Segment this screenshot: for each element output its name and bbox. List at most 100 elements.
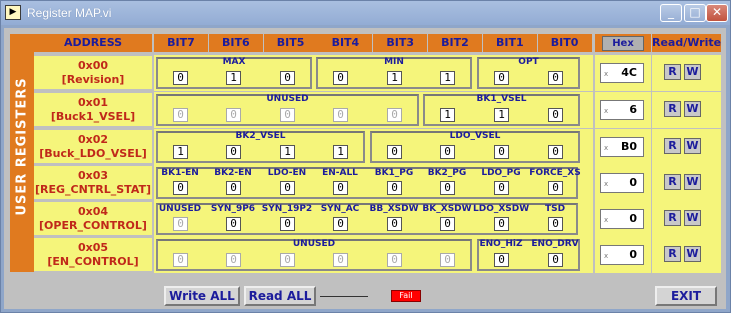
bit-5-value[interactable]: 0 — [280, 71, 295, 85]
bit-2-value[interactable]: 0 — [440, 217, 455, 231]
bit-group-label: MIN — [384, 57, 404, 67]
footer-bar — [4, 280, 726, 309]
title-bar: ▶ Register MAP.vi _ □ ✕ — [1, 1, 730, 25]
bit-4-value[interactable]: 1 — [333, 145, 348, 159]
register-address-4: 0x04 [OPER_CONTROL] — [34, 202, 152, 235]
bit-1-value[interactable]: 0 — [494, 217, 509, 231]
bit-group-label: LDO_VSEL — [449, 131, 501, 141]
bit-1-value[interactable]: 1 — [494, 108, 509, 122]
register-address-hex: 0x03 — [77, 169, 109, 182]
bit-3-value: 0 — [387, 108, 402, 122]
hex-value-field[interactable]: x 4C — [600, 63, 644, 83]
bit-2-value[interactable]: 1 — [440, 108, 455, 122]
register-address-2: 0x02 [Buck_LDO_VSEL] — [34, 130, 152, 163]
register-name: [Buck_LDO_VSEL] — [39, 147, 147, 160]
bit-0-value[interactable]: 0 — [548, 253, 563, 267]
bit-2-value[interactable]: 1 — [440, 71, 455, 85]
bit-label: BK2-EN — [214, 168, 252, 178]
read-register-button[interactable]: R — [664, 174, 681, 190]
bit-group-label: UNUSED — [266, 94, 309, 104]
bit-4-value[interactable]: 0 — [333, 181, 348, 195]
read-all-button[interactable]: Read ALL — [244, 286, 316, 306]
bit-label: ENO_HiZ — [479, 239, 523, 249]
read-register-button[interactable]: R — [664, 101, 681, 117]
bit-label: SYN_AC — [320, 204, 360, 214]
bit-1-value[interactable]: 0 — [494, 181, 509, 195]
hex-prefix: x — [604, 144, 609, 152]
bit-6-value: 0 — [226, 253, 241, 267]
bit-7-value[interactable]: 0 — [173, 71, 188, 85]
header-bit0: BIT0 — [537, 34, 592, 52]
hex-value-field[interactable]: x6 — [600, 100, 644, 120]
hex-value: 0 — [629, 176, 637, 189]
bit-group-label: UNUSED — [292, 239, 336, 249]
hex-prefix: x — [604, 252, 609, 260]
exit-button[interactable]: EXIT — [655, 286, 717, 306]
bit-5-value[interactable]: 1 — [280, 145, 295, 159]
bit-6-value[interactable]: 1 — [226, 71, 241, 85]
bit-4-value[interactable]: 0 — [333, 217, 348, 231]
bit-0-value[interactable]: 0 — [548, 145, 563, 159]
bit-0-value[interactable]: 0 — [548, 217, 563, 231]
write-register-button[interactable]: W — [684, 174, 701, 190]
register-name: [Revision] — [61, 73, 125, 86]
bit-7-value[interactable]: 1 — [173, 145, 188, 159]
bit-0-value[interactable]: 0 — [548, 108, 563, 122]
bit-label: SYN_19P2 — [261, 204, 313, 214]
bit-label: FORCE_XS — [529, 168, 581, 178]
bit-3-value[interactable]: 0 — [387, 181, 402, 195]
bit-3-value[interactable]: 1 — [387, 71, 402, 85]
bit-7-value[interactable]: 0 — [173, 181, 188, 195]
bit-1-value[interactable]: 0 — [494, 253, 509, 267]
read-register-button[interactable]: R — [664, 210, 681, 226]
write-register-button[interactable]: W — [684, 246, 701, 262]
bit-6-value[interactable]: 0 — [226, 145, 241, 159]
register-address-hex: 0x02 — [77, 133, 109, 146]
bit-2-value[interactable]: 0 — [440, 145, 455, 159]
bit-2-value[interactable]: 0 — [440, 181, 455, 195]
bit-3-value[interactable]: 0 — [387, 145, 402, 159]
bit-3-value[interactable]: 0 — [387, 217, 402, 231]
bit-5-value[interactable]: 0 — [280, 217, 295, 231]
hex-value-field[interactable]: x0 — [600, 245, 644, 265]
hex-prefix: x — [604, 70, 609, 78]
register-address-hex: 0x05 — [77, 241, 109, 254]
hex-value-field[interactable]: x0 — [600, 173, 644, 193]
close-button[interactable]: ✕ — [706, 4, 728, 22]
header-bit2: BIT2 — [428, 34, 482, 52]
bit-label: SYN_9P6 — [210, 204, 256, 214]
hex-value-field[interactable]: x0 — [600, 209, 644, 229]
write-register-button[interactable]: W — [684, 210, 701, 226]
hex-prefix: x — [604, 216, 609, 224]
header-bit6: BIT6 — [208, 34, 263, 52]
bit-5-value[interactable]: 0 — [280, 181, 295, 195]
write-register-button[interactable]: W — [684, 101, 701, 117]
hex-value: 4C — [621, 66, 637, 79]
bit-6-value[interactable]: 0 — [226, 181, 241, 195]
bit-0-value[interactable]: 0 — [548, 181, 563, 195]
hex-value-field[interactable]: x B0 — [600, 137, 644, 157]
maximize-button[interactable]: □ — [684, 4, 706, 22]
read-register-button[interactable]: R — [664, 64, 681, 80]
bit-label: EN-ALL — [322, 168, 358, 178]
register-address-3: 0x03 [REG_CNTRL_STAT] — [34, 166, 152, 199]
write-all-button[interactable]: Write ALL — [164, 286, 240, 306]
minimize-button[interactable]: _ — [660, 4, 682, 22]
bit-1-value[interactable]: 0 — [494, 145, 509, 159]
bit-6-value[interactable]: 0 — [226, 217, 241, 231]
write-register-button[interactable]: W — [684, 138, 701, 154]
hex-button[interactable]: Hex — [602, 36, 644, 51]
bit-4-value[interactable]: 0 — [333, 71, 348, 85]
read-register-button[interactable]: R — [664, 246, 681, 262]
window-title: Register MAP.vi — [27, 6, 112, 20]
bit-4-value: 0 — [333, 253, 348, 267]
bit-7-value: 0 — [173, 253, 188, 267]
read-register-button[interactable]: R — [664, 138, 681, 154]
write-register-button[interactable]: W — [684, 64, 701, 80]
side-label-bar: USER REGISTERS — [10, 34, 34, 272]
bit-group-label: MAX — [222, 57, 246, 67]
bit-1-value[interactable]: 0 — [494, 71, 509, 85]
bit-0-value[interactable]: 0 — [548, 71, 563, 85]
bit-label: UNUSED — [158, 204, 202, 214]
bit-2-value: 0 — [440, 253, 455, 267]
